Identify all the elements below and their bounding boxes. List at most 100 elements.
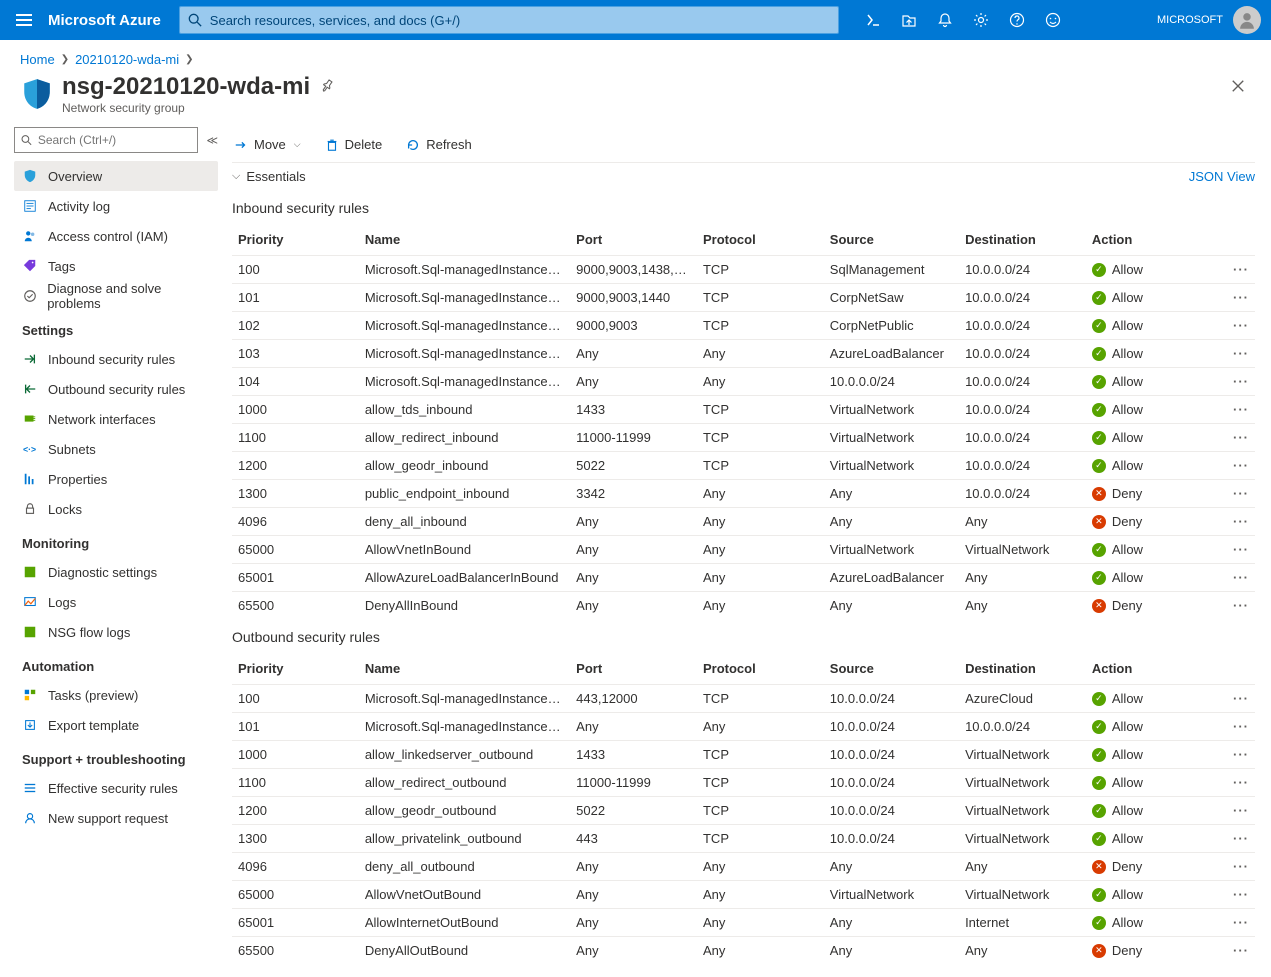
global-search[interactable]: [179, 6, 839, 34]
sidebar-item-outbound-rules[interactable]: Outbound security rules: [14, 374, 218, 404]
sidebar-item-diag-settings[interactable]: Diagnostic settings: [14, 557, 218, 587]
avatar[interactable]: [1233, 6, 1261, 34]
pin-icon[interactable]: [320, 79, 334, 96]
sidebar-item-diagnose[interactable]: Diagnose and solve problems: [14, 281, 218, 311]
row-more-icon[interactable]: ···: [1233, 290, 1249, 305]
table-row[interactable]: 104Microsoft.Sql-managedInstances_U...An…: [232, 368, 1255, 396]
table-header[interactable]: Source: [824, 653, 959, 685]
row-more-icon[interactable]: ···: [1233, 486, 1249, 501]
table-row[interactable]: 100Microsoft.Sql-managedInstances_U...44…: [232, 685, 1255, 713]
table-row[interactable]: 1000allow_linkedserver_outbound1433TCP10…: [232, 741, 1255, 769]
row-more-icon[interactable]: ···: [1233, 318, 1249, 333]
breadcrumb-parent[interactable]: 20210120-wda-mi: [75, 52, 179, 67]
row-more-icon[interactable]: ···: [1233, 775, 1249, 790]
table-row[interactable]: 4096deny_all_inboundAnyAnyAnyAny✕Deny···: [232, 508, 1255, 536]
table-row[interactable]: 103Microsoft.Sql-managedInstances_U...An…: [232, 340, 1255, 368]
sidebar-item-effective-rules[interactable]: Effective security rules: [14, 773, 218, 803]
sidebar-item-overview[interactable]: Overview: [14, 161, 218, 191]
row-more-icon[interactable]: ···: [1233, 831, 1249, 846]
row-more-icon[interactable]: ···: [1233, 719, 1249, 734]
row-more-icon[interactable]: ···: [1233, 803, 1249, 818]
table-row[interactable]: 1100allow_redirect_outbound11000-11999TC…: [232, 769, 1255, 797]
sidebar-item-support-request[interactable]: New support request: [14, 803, 218, 833]
table-row[interactable]: 65001AllowInternetOutBoundAnyAnyAnyInter…: [232, 909, 1255, 937]
sidebar-item-properties[interactable]: Properties: [14, 464, 218, 494]
row-more-icon[interactable]: ···: [1233, 346, 1249, 361]
table-row[interactable]: 65001AllowAzureLoadBalancerInBoundAnyAny…: [232, 564, 1255, 592]
sidebar-item-locks[interactable]: Locks: [14, 494, 218, 524]
hamburger-icon[interactable]: [0, 0, 48, 40]
table-row[interactable]: 1200allow_geodr_outbound5022TCP10.0.0.0/…: [232, 797, 1255, 825]
table-header[interactable]: Destination: [959, 224, 1086, 256]
table-header[interactable]: Priority: [232, 224, 359, 256]
row-more-icon[interactable]: ···: [1233, 598, 1249, 613]
json-view-link[interactable]: JSON View: [1189, 169, 1255, 184]
sidebar-item-activity-log[interactable]: Activity log: [14, 191, 218, 221]
row-more-icon[interactable]: ···: [1233, 915, 1249, 930]
table-header[interactable]: Protocol: [697, 653, 824, 685]
table-row[interactable]: 101Microsoft.Sql-managedInstances_U...90…: [232, 284, 1255, 312]
table-row[interactable]: 102Microsoft.Sql-managedInstances_U...90…: [232, 312, 1255, 340]
table-row[interactable]: 101Microsoft.Sql-managedInstances_U...An…: [232, 713, 1255, 741]
table-header[interactable]: Destination: [959, 653, 1086, 685]
account-label[interactable]: MICROSOFT: [1157, 14, 1223, 26]
table-header[interactable]: Name: [359, 653, 570, 685]
sidebar-search-input[interactable]: [38, 133, 192, 147]
table-header[interactable]: Port: [570, 653, 697, 685]
collapse-sidebar-icon[interactable]: ≪: [206, 134, 218, 147]
sidebar-search[interactable]: [14, 127, 198, 153]
sidebar-item-iam[interactable]: Access control (IAM): [14, 221, 218, 251]
global-search-input[interactable]: [180, 13, 838, 28]
table-header[interactable]: Action: [1086, 224, 1213, 256]
table-row[interactable]: 1300public_endpoint_inbound3342AnyAny10.…: [232, 480, 1255, 508]
sidebar-item-tasks[interactable]: Tasks (preview): [14, 680, 218, 710]
close-icon[interactable]: [1225, 73, 1251, 102]
notifications-icon[interactable]: [927, 0, 963, 40]
move-button[interactable]: Move⌵: [232, 133, 303, 156]
row-more-icon[interactable]: ···: [1233, 691, 1249, 706]
table-row[interactable]: 100Microsoft.Sql-managedInstances_U...90…: [232, 256, 1255, 284]
table-row[interactable]: 1000allow_tds_inbound1433TCPVirtualNetwo…: [232, 396, 1255, 424]
table-row[interactable]: 1200allow_geodr_inbound5022TCPVirtualNet…: [232, 452, 1255, 480]
table-row[interactable]: 65000AllowVnetOutBoundAnyAnyVirtualNetwo…: [232, 881, 1255, 909]
chevron-down-icon[interactable]: ⌵: [232, 170, 240, 183]
breadcrumb-home[interactable]: Home: [20, 52, 55, 67]
row-more-icon[interactable]: ···: [1233, 542, 1249, 557]
brand-label[interactable]: Microsoft Azure: [48, 12, 175, 29]
table-header[interactable]: Port: [570, 224, 697, 256]
row-more-icon[interactable]: ···: [1233, 943, 1249, 958]
table-row[interactable]: 1100allow_redirect_inbound11000-11999TCP…: [232, 424, 1255, 452]
sidebar-item-inbound-rules[interactable]: Inbound security rules: [14, 344, 218, 374]
table-row[interactable]: 65000AllowVnetInBoundAnyAnyVirtualNetwor…: [232, 536, 1255, 564]
row-more-icon[interactable]: ···: [1233, 430, 1249, 445]
table-header[interactable]: Source: [824, 224, 959, 256]
settings-icon[interactable]: [963, 0, 999, 40]
table-header[interactable]: Name: [359, 224, 570, 256]
row-more-icon[interactable]: ···: [1233, 458, 1249, 473]
sidebar-item-subnets[interactable]: <·>Subnets: [14, 434, 218, 464]
table-header[interactable]: Action: [1086, 653, 1213, 685]
help-icon[interactable]: [999, 0, 1035, 40]
feedback-icon[interactable]: [1035, 0, 1071, 40]
table-row[interactable]: 1300allow_privatelink_outbound443TCP10.0…: [232, 825, 1255, 853]
sidebar-item-nics[interactable]: Network interfaces: [14, 404, 218, 434]
row-more-icon[interactable]: ···: [1233, 374, 1249, 389]
row-more-icon[interactable]: ···: [1233, 859, 1249, 874]
sidebar-item-flow-logs[interactable]: NSG flow logs: [14, 617, 218, 647]
row-more-icon[interactable]: ···: [1233, 262, 1249, 277]
row-more-icon[interactable]: ···: [1233, 402, 1249, 417]
row-more-icon[interactable]: ···: [1233, 887, 1249, 902]
refresh-button[interactable]: Refresh: [404, 133, 474, 156]
row-more-icon[interactable]: ···: [1233, 514, 1249, 529]
table-row[interactable]: 65500DenyAllInBoundAnyAnyAnyAny✕Deny···: [232, 592, 1255, 620]
directories-icon[interactable]: [891, 0, 927, 40]
row-more-icon[interactable]: ···: [1233, 747, 1249, 762]
table-header[interactable]: Priority: [232, 653, 359, 685]
table-row[interactable]: 4096deny_all_outboundAnyAnyAnyAny✕Deny··…: [232, 853, 1255, 881]
table-header[interactable]: Protocol: [697, 224, 824, 256]
table-row[interactable]: 65500DenyAllOutBoundAnyAnyAnyAny✕Deny···: [232, 937, 1255, 965]
row-more-icon[interactable]: ···: [1233, 570, 1249, 585]
sidebar-item-export-template[interactable]: Export template: [14, 710, 218, 740]
essentials-label[interactable]: Essentials: [246, 169, 1188, 184]
cloud-shell-icon[interactable]: [855, 0, 891, 40]
